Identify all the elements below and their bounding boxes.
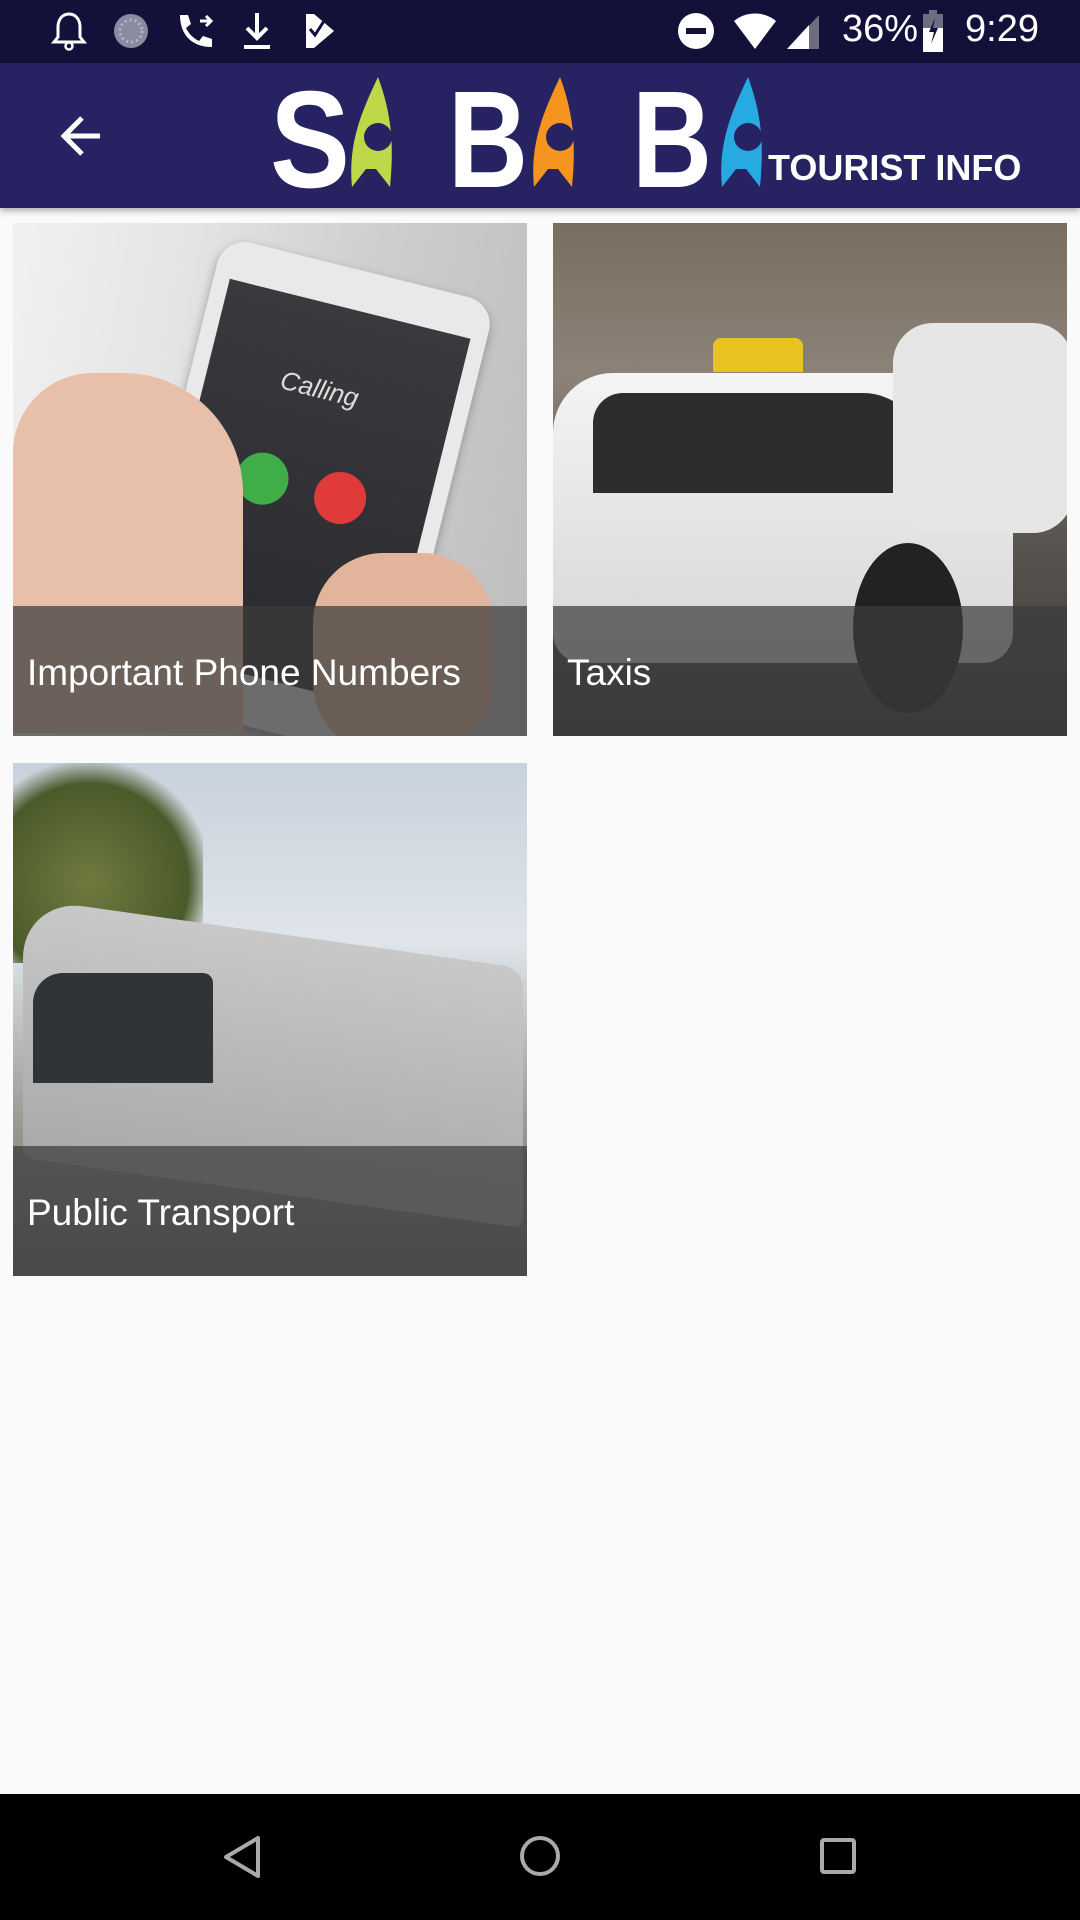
wifi-icon [732, 10, 778, 52]
navigation-bar [0, 1794, 1080, 1920]
tile-important-phone-numbers[interactable]: Calling Important Phone Numbers [13, 223, 527, 736]
download-icon [240, 10, 274, 52]
tile-caption: Public Transport [13, 1146, 527, 1276]
svg-text:S: S [270, 75, 350, 200]
logo-subtitle: TOURIST INFO [768, 147, 1022, 188]
tile-label: Important Phone Numbers [27, 652, 461, 693]
do-not-disturb-icon [676, 10, 716, 52]
call-forward-icon [172, 10, 218, 52]
svg-text:B: B [448, 75, 528, 200]
toolbar: S B B TOURIST INFO [0, 63, 1080, 217]
svg-text:B: B [632, 75, 712, 200]
task-check-icon [302, 10, 338, 52]
signal-icon [784, 10, 822, 52]
battery-charging-icon [922, 10, 944, 52]
tile-taxis[interactable]: Taxis [553, 223, 1067, 736]
home-circle-icon[interactable] [518, 1834, 562, 1878]
tile-label: Taxis [567, 652, 652, 693]
sync-icon [110, 10, 152, 52]
tile-label: Public Transport [27, 1192, 295, 1233]
clock: 9:29 [965, 8, 1039, 50]
tile-caption: Taxis [553, 606, 1067, 736]
back-triangle-icon[interactable] [220, 1834, 264, 1880]
battery-percent: 36% [842, 8, 919, 50]
back-button[interactable] [50, 103, 116, 169]
tile-caption: Important Phone Numbers [13, 606, 527, 736]
status-bar: 36% 9:29 [0, 0, 1080, 63]
arrow-left-icon [60, 116, 100, 156]
recents-square-icon[interactable] [818, 1836, 858, 1876]
bell-icon [48, 10, 90, 52]
tile-public-transport[interactable]: Public Transport [13, 763, 527, 1276]
